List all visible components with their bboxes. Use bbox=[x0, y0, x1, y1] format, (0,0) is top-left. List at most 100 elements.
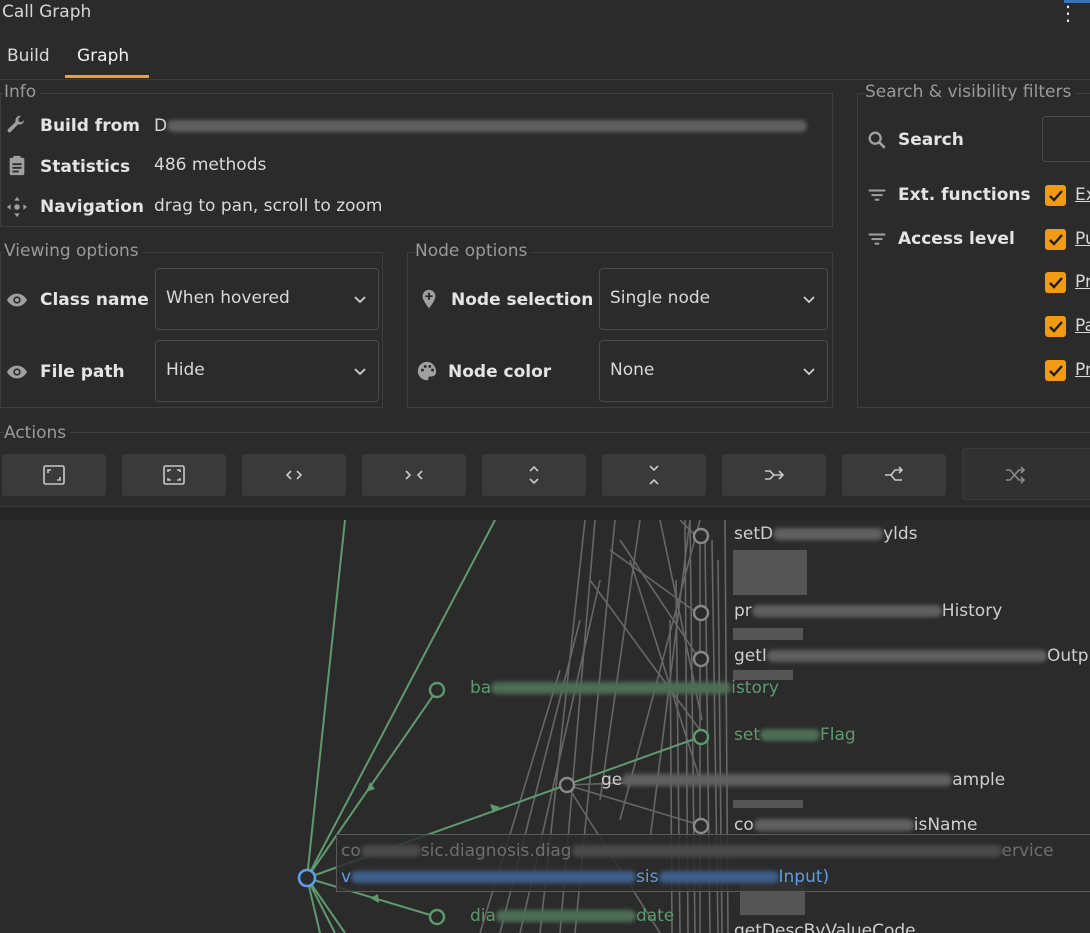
node-label-suffix: date bbox=[635, 906, 675, 926]
tooltip-suffix: Input) bbox=[778, 867, 830, 887]
node-label-prefix: set bbox=[734, 725, 760, 745]
navigation-label: Navigation bbox=[40, 197, 144, 217]
node-label[interactable]: set Flag bbox=[734, 725, 856, 745]
node-circle[interactable] bbox=[692, 650, 710, 668]
redacted-text bbox=[622, 774, 953, 786]
hover-tooltip: co sic.diagnosis.diag ervice v sis Input) bbox=[336, 834, 1090, 892]
merge-right-button[interactable] bbox=[722, 454, 826, 496]
tooltip-method-line: v sis Input) bbox=[341, 867, 829, 887]
fit-to-view-icon bbox=[43, 465, 65, 485]
build-from-value: D bbox=[154, 116, 808, 136]
node-label[interactable]: ge ample bbox=[601, 770, 1005, 790]
node-circle[interactable] bbox=[558, 776, 576, 794]
checkbox-label: Ex bbox=[1075, 185, 1090, 205]
shuffle-button[interactable] bbox=[962, 448, 1090, 500]
node-label-prefix: pr bbox=[734, 601, 752, 621]
chevron-down-icon bbox=[803, 296, 815, 304]
class-name-select[interactable]: When hovered bbox=[155, 268, 379, 330]
node-label-suffix: History bbox=[941, 601, 1003, 621]
tab-graph[interactable]: Graph bbox=[65, 40, 149, 78]
node-label[interactable]: getDescByValueCode bbox=[734, 921, 916, 933]
checkbox-private[interactable] bbox=[1045, 272, 1066, 293]
redacted-text bbox=[351, 871, 637, 883]
node-label[interactable]: co isName bbox=[734, 815, 977, 835]
tooltip-middle: sis bbox=[636, 867, 659, 887]
file-path-select[interactable]: Hide bbox=[155, 340, 379, 402]
expand-vertical-button[interactable] bbox=[482, 454, 586, 496]
expand-horizontal-icon bbox=[285, 470, 303, 480]
statistics-value: 486 methods bbox=[154, 155, 267, 175]
check-icon bbox=[1049, 190, 1063, 202]
window-title: Call Graph bbox=[2, 2, 92, 22]
checkbox-ext-functions[interactable] bbox=[1045, 185, 1066, 206]
checkbox-public[interactable] bbox=[1045, 229, 1066, 250]
shuffle-icon bbox=[1006, 466, 1026, 484]
redacted-path bbox=[167, 120, 808, 132]
redacted-text bbox=[751, 605, 942, 617]
access-level-label: Access level bbox=[898, 229, 1015, 249]
search-label: Search bbox=[898, 130, 964, 150]
actions-divider bbox=[0, 432, 1090, 433]
redacted-text bbox=[495, 910, 636, 922]
node-circle[interactable] bbox=[692, 728, 710, 746]
node-label-suffix: isName bbox=[913, 815, 978, 835]
search-input[interactable] bbox=[1042, 116, 1090, 162]
tooltip-suffix: ervice bbox=[1001, 841, 1054, 861]
expand-vertical-icon bbox=[529, 465, 539, 485]
node-label-prefix: dia bbox=[470, 906, 496, 926]
collapse-horizontal-icon bbox=[405, 470, 423, 480]
redacted-text bbox=[773, 528, 884, 540]
node-label[interactable]: setD ylds bbox=[734, 524, 918, 544]
collapse-vertical-button[interactable] bbox=[602, 454, 706, 496]
node-circle[interactable] bbox=[692, 527, 710, 545]
check-icon bbox=[1049, 277, 1063, 289]
more-options-icon[interactable]: ⋮ bbox=[1058, 2, 1078, 24]
checkbox-label: Pr bbox=[1075, 360, 1090, 380]
ext-functions-label: Ext. functions bbox=[898, 185, 1031, 205]
node-label[interactable]: getI Outp bbox=[734, 646, 1089, 666]
node-options-legend: Node options bbox=[415, 241, 532, 261]
actions-bottom-bar bbox=[0, 506, 1090, 520]
node-circle[interactable] bbox=[428, 908, 446, 926]
eye-icon bbox=[6, 293, 28, 307]
fit-to-view-button[interactable] bbox=[2, 454, 106, 496]
collapse-horizontal-button[interactable] bbox=[362, 454, 466, 496]
call-graph-canvas[interactable]: setD ylds pr History getI Outp ba istory set… bbox=[0, 520, 1090, 933]
tooltip-middle: sic.diagnosis.diag bbox=[420, 841, 572, 861]
node-selection-label: Node selection bbox=[451, 290, 594, 310]
chevron-down-icon bbox=[354, 368, 366, 376]
navigation-value: drag to pan, scroll to zoom bbox=[154, 196, 383, 216]
redacted-text bbox=[753, 819, 914, 831]
redacted-text bbox=[759, 729, 820, 741]
viewing-options-legend: Viewing options bbox=[4, 241, 143, 261]
node-selection-selected: Single node bbox=[610, 288, 711, 308]
selected-node-circle[interactable] bbox=[297, 868, 317, 888]
checkbox-label: Pa bbox=[1075, 316, 1090, 336]
tooltip-prefix: co bbox=[341, 841, 361, 861]
title-bar: Call Graph ⋮ bbox=[0, 0, 1090, 28]
node-selection-select[interactable]: Single node bbox=[599, 268, 828, 330]
filter-icon bbox=[868, 233, 886, 245]
checkbox-package[interactable] bbox=[1045, 316, 1066, 337]
fit-selection-icon bbox=[163, 465, 185, 485]
node-circle[interactable] bbox=[692, 604, 710, 622]
node-label[interactable]: ba istory bbox=[470, 678, 779, 698]
checkbox-protected[interactable] bbox=[1045, 360, 1066, 381]
node-circle[interactable] bbox=[428, 681, 446, 699]
tab-build[interactable]: Build bbox=[0, 40, 62, 78]
statistics-label: Statistics bbox=[40, 157, 131, 177]
chevron-down-icon bbox=[354, 296, 366, 304]
split-right-icon bbox=[885, 466, 904, 481]
split-right-button[interactable] bbox=[842, 454, 946, 496]
expand-horizontal-button[interactable] bbox=[242, 454, 346, 496]
node-label[interactable]: pr History bbox=[734, 601, 1002, 621]
node-label[interactable]: dia date bbox=[470, 906, 674, 926]
node-color-select[interactable]: None bbox=[599, 340, 828, 402]
palette-icon bbox=[417, 361, 437, 381]
node-label-suffix: Flag bbox=[819, 725, 856, 745]
chevron-down-icon bbox=[803, 368, 815, 376]
tooltip-prefix: v bbox=[341, 867, 352, 887]
node-circle[interactable] bbox=[692, 817, 710, 835]
fit-selection-button[interactable] bbox=[122, 454, 226, 496]
check-icon bbox=[1049, 321, 1063, 333]
